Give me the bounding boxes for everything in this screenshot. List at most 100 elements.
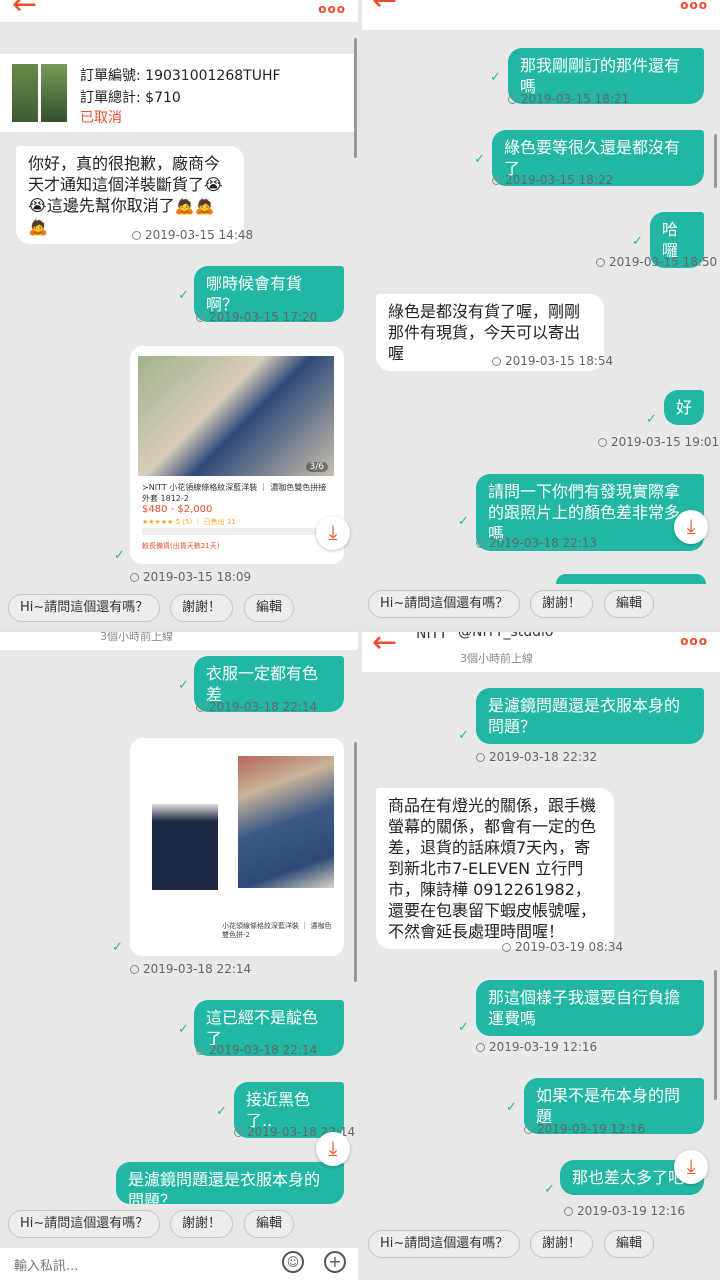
chat-panel-4: ← NITT @NITT_studio 3個小時前上線 ooo ✓ 是濾鏡問題還… [362, 632, 720, 1280]
clock-icon [196, 703, 205, 712]
clock-icon [196, 1046, 205, 1055]
timestamp: 2019-03-18 22:14 [196, 1043, 317, 1057]
read-check-icon: ✓ [458, 728, 469, 743]
product-photo-dress [152, 804, 218, 890]
read-check-icon: ✓ [112, 940, 123, 955]
read-check-icon: ✓ [216, 1104, 227, 1119]
timestamp: 2019-03-15 18:22 [492, 173, 613, 187]
read-check-icon: ✓ [458, 514, 469, 529]
read-check-icon: ✓ [506, 1100, 517, 1115]
read-check-icon: ✓ [474, 152, 485, 167]
order-thumbnail-1 [12, 64, 38, 122]
more-options-icon[interactable]: ooo [680, 634, 708, 648]
clock-icon [476, 1043, 485, 1052]
more-options-icon[interactable]: ooo [680, 0, 708, 12]
clock-icon [130, 573, 139, 582]
chat-header: ← NITT @NITT_studio 3個小時前上線 ooo [362, 632, 720, 672]
back-arrow-icon[interactable]: ← [12, 0, 37, 20]
product-card[interactable]: 3/6 ≻NITT 小花領線條格紋深藍洋裝 ｜ 濃咖色雙色拼接外套 1812-2… [130, 346, 344, 564]
order-thumbnail-2 [41, 64, 67, 122]
back-arrow-icon[interactable]: ← [372, 632, 397, 658]
message-sent-partial: 是濾鏡問題還是衣服本身的問題？ [116, 1162, 344, 1204]
quick-reply-edit[interactable]: 編輯 [604, 1230, 655, 1258]
product-photo-model [238, 756, 334, 888]
chat-header: ← ooo [0, 0, 358, 22]
timestamp: 2019-03-18 22:14 [196, 700, 317, 714]
download-icon[interactable]: ⤓ [316, 516, 350, 550]
scrollbar[interactable] [354, 742, 357, 982]
image-page-indicator: 3/6 [305, 462, 328, 472]
quick-reply-edit[interactable]: 編輯 [604, 590, 655, 618]
read-check-icon: ✓ [178, 678, 189, 693]
back-arrow-icon[interactable]: ← [372, 0, 397, 16]
order-card[interactable]: 訂單編號: 19031001268TUHF 訂單總計: $710 已取消 [0, 54, 356, 132]
timestamp: 2019-03-15 18:09 [130, 570, 251, 584]
timestamp: 2019-03-18 22:32 [476, 750, 597, 764]
read-check-icon: ✓ [178, 288, 189, 303]
product-title: ≻NITT 小花領線條格紋深藍洋裝 ｜ 濃咖色雙色拼接外套 1812-2 [142, 483, 327, 503]
timestamp: 2019-03-15 14:48 [132, 228, 253, 242]
timestamp: 2019-03-15 18:21 [508, 92, 629, 106]
clock-icon [508, 95, 517, 104]
read-check-icon: ✓ [114, 548, 125, 563]
clock-icon [564, 1207, 573, 1216]
clock-icon [492, 176, 501, 185]
download-icon[interactable]: ⤓ [674, 510, 708, 544]
more-options-icon[interactable]: ooo [318, 2, 346, 16]
emoji-icon[interactable]: ☺ [282, 1251, 304, 1273]
shipping-note: 較長備貨(出貨天數21天) [142, 542, 220, 550]
message-sent: 是濾鏡問題還是衣服本身的問題？ [476, 688, 704, 744]
chat-panel-1: ← ooo 訂單編號: 19031001268TUHF 訂單總計: $710 已… [0, 0, 358, 628]
quick-reply-edit[interactable]: 編輯 [244, 594, 295, 622]
timestamp: 2019-03-19 12:16 [564, 1204, 685, 1218]
clock-icon [524, 1125, 533, 1134]
timestamp: 2019-03-18 22:14 [130, 962, 251, 976]
clock-icon [234, 1128, 243, 1137]
quick-reply-chip[interactable]: Hi~請問這個還有嗎？ [368, 1230, 521, 1258]
quick-reply-chip[interactable]: Hi~請問這個還有嗎？ [8, 594, 161, 622]
message-sent: 那這個樣子我還要自行負擔運費嗎 [476, 980, 704, 1036]
clock-icon [476, 753, 485, 762]
product-price: $480 - $2,000 [142, 504, 213, 515]
read-check-icon: ✓ [178, 1022, 189, 1037]
order-total: 訂單總計: $710 [80, 90, 181, 106]
clock-icon [502, 943, 511, 952]
chat-panel-3: 3個小時前上線 ✓ 衣服一定都有色差 2019-03-18 22:14 小花領線… [0, 632, 358, 1280]
timestamp: 2019-03-15 19:01 [598, 435, 719, 449]
quick-reply-chip[interactable]: 謝謝！ [170, 594, 234, 622]
order-status: 已取消 [80, 110, 122, 126]
download-icon[interactable]: ⤓ [316, 1132, 350, 1166]
quick-reply-chip[interactable]: 謝謝！ [530, 1230, 594, 1258]
quick-reply-chip[interactable]: 謝謝！ [170, 1210, 234, 1238]
add-attachment-icon[interactable]: + [324, 1251, 346, 1273]
message-input[interactable] [12, 1254, 266, 1278]
quick-reply-chip[interactable]: 謝謝！ [530, 590, 594, 618]
message-received: 商品在有燈光的關係，跟手機螢幕的關係，都會有一定的色差，退貨的話麻煩7天內，寄到… [376, 788, 614, 949]
message-sent-partial [556, 574, 706, 584]
timestamp: 2019-03-19 12:16 [524, 1122, 645, 1136]
message-sent: 好 [664, 390, 704, 425]
read-check-icon: ✓ [490, 70, 501, 85]
quick-reply-chip[interactable]: Hi~請問這個還有嗎？ [8, 1210, 161, 1238]
timestamp: 2019-03-19 08:34 [502, 940, 623, 954]
read-check-icon: ✓ [544, 1182, 555, 1197]
image-message-card[interactable]: 小花領線條格紋深藍洋裝 ｜ 濃咖色雙色拼-2 [130, 738, 344, 956]
clock-icon [596, 258, 605, 267]
shop-name: @NITT_studio [458, 632, 554, 640]
divider [142, 528, 332, 535]
product-rating: ★★★★★ 5 (5) ｜ 已售出 11 [142, 518, 236, 526]
clock-icon [130, 965, 139, 974]
download-icon[interactable]: ⤓ [674, 1150, 708, 1184]
timestamp: 2019-03-18 22:13 [476, 536, 597, 550]
scrollbar[interactable] [714, 134, 717, 188]
scrollbar[interactable] [354, 38, 357, 158]
shop-online-status: 3個小時前上線 [100, 632, 173, 643]
quick-reply-edit[interactable]: 編輯 [244, 1210, 295, 1238]
scrollbar[interactable] [714, 970, 717, 1100]
quick-reply-bar: Hi~請問這個還有嗎？ 謝謝！ 編輯 [0, 588, 358, 628]
clock-icon [132, 231, 141, 240]
read-check-icon: ✓ [646, 412, 657, 427]
quick-reply-chip[interactable]: Hi~請問這個還有嗎？ [368, 590, 521, 618]
clock-icon [598, 438, 607, 447]
shop-logo: NITT [416, 632, 448, 642]
